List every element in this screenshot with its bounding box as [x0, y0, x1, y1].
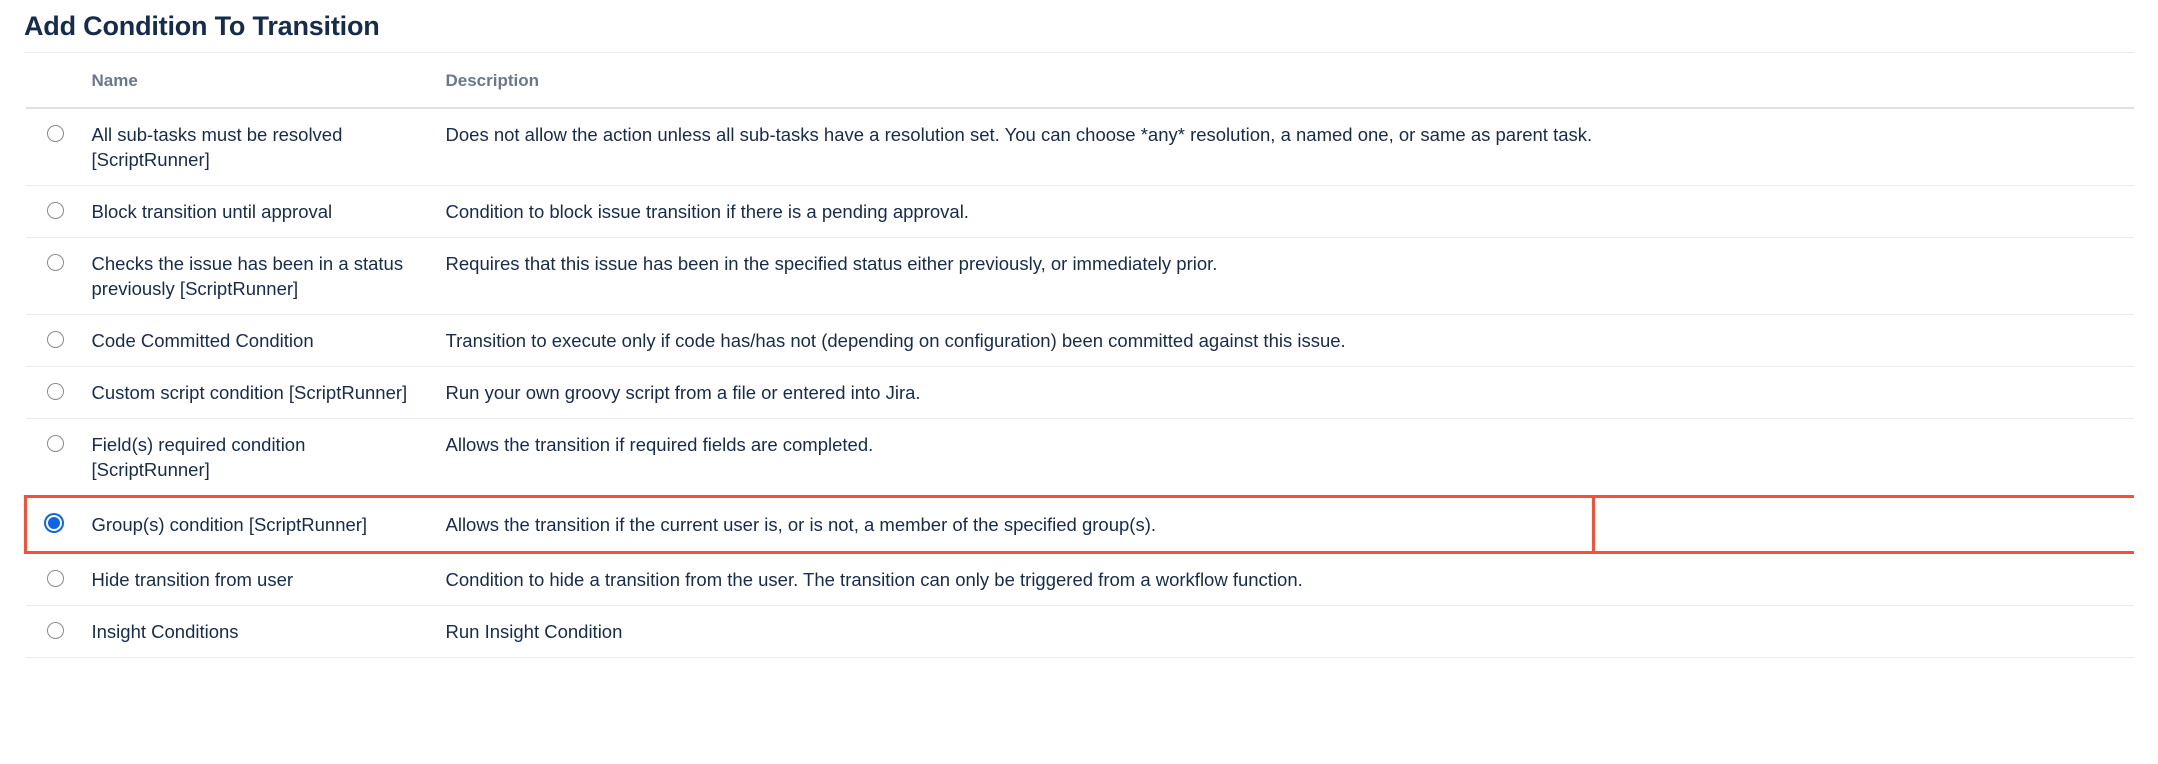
- radio-button[interactable]: [46, 202, 64, 219]
- condition-radio-cell[interactable]: [25, 366, 90, 419]
- condition-name[interactable]: Block transition until approval: [89, 185, 444, 238]
- condition-radio-cell[interactable]: [25, 314, 90, 367]
- table-row[interactable]: All sub-tasks must be resolved [ScriptRu…: [25, 108, 2134, 186]
- table-row[interactable]: Block transition until approval Condition…: [25, 185, 2134, 238]
- table-row[interactable]: Insight Conditions Run Insight Condition: [25, 605, 2134, 658]
- radio-button[interactable]: [46, 331, 64, 348]
- radio-button[interactable]: [46, 570, 64, 587]
- table-row[interactable]: Group(s) condition [ScriptRunner] Allows …: [24, 495, 2134, 556]
- table-body: All sub-tasks must be resolved [ScriptRu…: [24, 108, 2134, 658]
- condition-description: Condition to hide a transition from the …: [443, 552, 2134, 606]
- add-condition-page: Add Condition To Transition Name Descrip…: [0, 0, 2158, 764]
- table-header-row: Name Description: [25, 53, 2134, 109]
- radio-button-selected[interactable]: [46, 515, 62, 531]
- condition-description: Condition to block issue transition if t…: [443, 185, 2134, 238]
- page-title: Add Condition To Transition: [24, 11, 380, 41]
- condition-description: Transition to execute only if code has/h…: [443, 314, 2134, 367]
- condition-description: Run Insight Condition: [443, 605, 2134, 658]
- condition-radio-cell[interactable]: [25, 237, 90, 315]
- table-row[interactable]: Code Committed Condition Transition to ex…: [25, 314, 2134, 367]
- condition-name[interactable]: Group(s) condition [ScriptRunner]: [89, 495, 444, 554]
- table-row[interactable]: Checks the issue has been in a status pr…: [25, 237, 2134, 315]
- radio-button[interactable]: [46, 125, 64, 142]
- condition-radio-cell[interactable]: [25, 605, 90, 658]
- condition-radio-cell[interactable]: [24, 495, 90, 554]
- condition-radio-cell[interactable]: [25, 108, 90, 186]
- condition-name[interactable]: Code Committed Condition: [89, 314, 444, 367]
- table-row[interactable]: Field(s) required condition [ScriptRunne…: [25, 418, 2134, 497]
- conditions-table: Name Description All sub-tasks must be r…: [24, 53, 2134, 658]
- condition-description: Requires that this issue has been in the…: [443, 237, 2134, 315]
- condition-radio-cell[interactable]: [25, 552, 90, 606]
- radio-button[interactable]: [46, 383, 64, 400]
- table-row[interactable]: Custom script condition [ScriptRunner] Ru…: [25, 366, 2134, 419]
- condition-name[interactable]: Custom script condition [ScriptRunner]: [89, 366, 444, 419]
- condition-name[interactable]: All sub-tasks must be resolved [ScriptRu…: [89, 108, 444, 186]
- radio-button[interactable]: [46, 254, 64, 271]
- condition-description: Allows the transition if required fields…: [443, 418, 2134, 497]
- table-header: Name Description: [25, 53, 2134, 109]
- column-header-select: [25, 53, 90, 109]
- condition-name[interactable]: Insight Conditions: [89, 605, 444, 658]
- column-header-description: Description: [443, 53, 2134, 109]
- condition-name[interactable]: Field(s) required condition [ScriptRunne…: [89, 418, 444, 497]
- radio-button[interactable]: [46, 435, 64, 452]
- condition-description: Does not allow the action unless all sub…: [443, 108, 2134, 186]
- column-header-name: Name: [89, 53, 444, 109]
- condition-radio-cell[interactable]: [25, 418, 90, 497]
- condition-description: Allows the transition if the current use…: [443, 495, 2134, 556]
- condition-radio-cell[interactable]: [25, 185, 90, 238]
- condition-name[interactable]: Hide transition from user: [89, 552, 444, 606]
- radio-button[interactable]: [46, 622, 64, 639]
- condition-description: Run your own groovy script from a file o…: [443, 366, 2134, 419]
- condition-name[interactable]: Checks the issue has been in a status pr…: [89, 237, 444, 315]
- table-row[interactable]: Hide transition from user Condition to hi…: [25, 552, 2134, 606]
